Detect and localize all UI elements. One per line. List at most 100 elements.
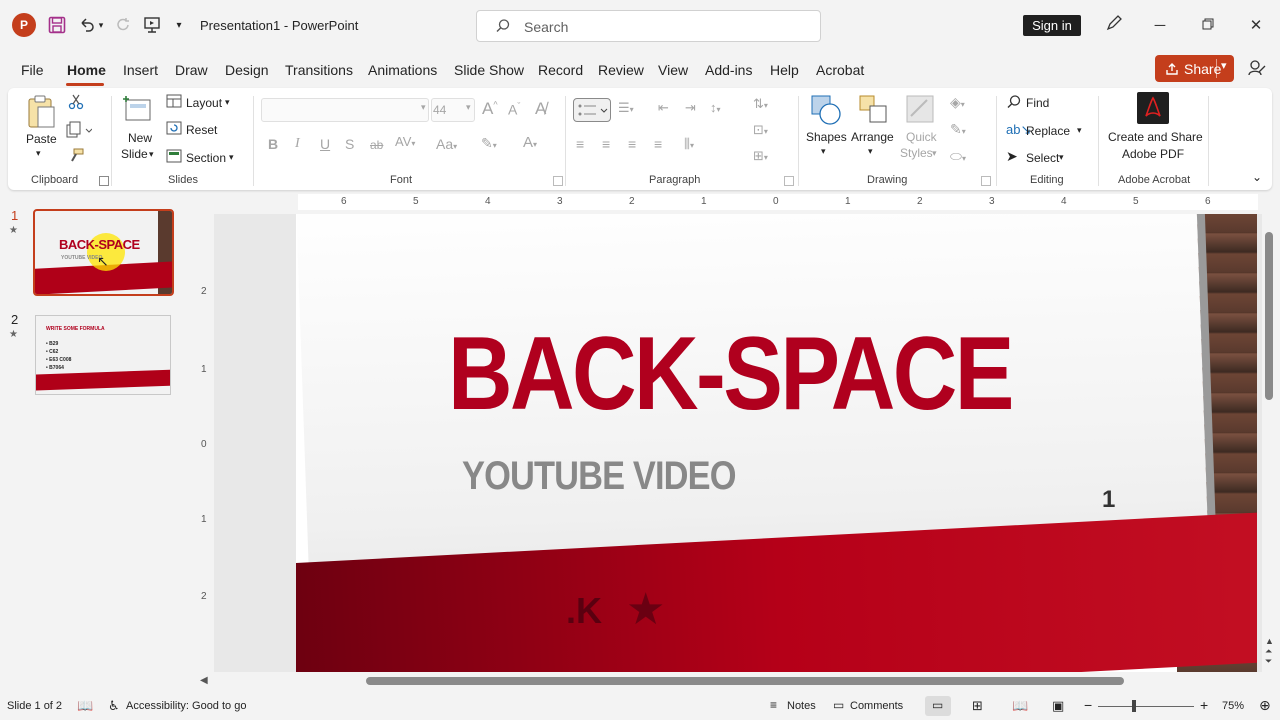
arrange-dropdown-icon[interactable]: ▾ <box>868 146 873 157</box>
section-button[interactable]: Section <box>186 151 226 165</box>
tab-transitions[interactable]: Transitions <box>285 62 353 78</box>
close-icon[interactable]: ✕ <box>1244 14 1268 38</box>
zoom-slider-thumb[interactable] <box>1132 700 1136 712</box>
reset-button[interactable]: Reset <box>186 123 217 137</box>
increase-indent-icon[interactable]: ⇥ <box>685 100 696 116</box>
cut-icon[interactable] <box>68 94 84 113</box>
underline-icon[interactable]: U <box>320 136 330 152</box>
align-center-icon[interactable]: ≡ <box>602 136 610 152</box>
reading-view-icon[interactable]: 📖 <box>1012 698 1028 714</box>
change-case-icon[interactable]: Aa▾ <box>436 136 457 152</box>
new-slide-label-1[interactable]: New <box>128 131 152 145</box>
replace-button[interactable]: Replace <box>1026 124 1070 138</box>
chevron-down-icon[interactable]: ▾ <box>1221 59 1227 72</box>
quick-styles-dropdown-icon[interactable]: ▾ <box>932 148 937 159</box>
clear-formatting-icon[interactable]: A̸ <box>535 99 546 119</box>
slide-sorter-icon[interactable]: ⊞ <box>972 698 983 714</box>
paste-dropdown-icon[interactable]: ▾ <box>36 148 41 159</box>
share-button[interactable]: Share ▾ <box>1155 55 1234 82</box>
font-family-input[interactable] <box>261 98 429 122</box>
zoom-level[interactable]: 75% <box>1222 700 1244 712</box>
accessibility-status[interactable]: Accessibility: Good to go <box>126 700 246 712</box>
text-direction-icon[interactable]: ⇅▾ <box>753 96 768 112</box>
paragraph-launcher-icon[interactable] <box>784 176 794 186</box>
shapes-dropdown-icon[interactable]: ▾ <box>821 146 826 157</box>
align-left-icon[interactable]: ≡ <box>576 136 584 152</box>
slide-subtitle[interactable]: YOUTUBE VIDEO <box>462 456 736 496</box>
new-slide-dropdown-icon[interactable]: ▾ <box>149 149 154 160</box>
save-icon[interactable] <box>46 14 68 36</box>
tab-animations[interactable]: Animations <box>368 62 437 78</box>
font-family-dropdown-icon[interactable]: ▾ <box>421 102 426 113</box>
slide-thumbnail-2[interactable]: WRITE SOME FORMULA • B29 • C62 • E63 C00… <box>35 315 171 395</box>
tab-slide-show[interactable]: Slide Show <box>454 62 524 78</box>
align-right-icon[interactable]: ≡ <box>628 136 636 152</box>
quick-styles-icon[interactable] <box>905 94 937 129</box>
layout-button[interactable]: Layout <box>186 96 222 110</box>
shapes-icon[interactable] <box>810 94 842 129</box>
quick-styles-label-2[interactable]: Styles <box>900 146 933 160</box>
zoom-out-button[interactable]: − <box>1084 697 1092 713</box>
clipboard-launcher-icon[interactable] <box>99 176 109 186</box>
slide-number[interactable]: 1 <box>1102 486 1115 514</box>
tab-view[interactable]: View <box>658 62 688 78</box>
start-from-beginning-icon[interactable] <box>141 14 163 36</box>
line-spacing-icon[interactable]: ↕▾ <box>710 100 721 115</box>
zoom-in-button[interactable]: + <box>1200 697 1208 713</box>
decrease-indent-icon[interactable]: ⇤ <box>658 100 669 116</box>
zoom-slider[interactable] <box>1098 706 1194 707</box>
section-icon[interactable] <box>166 149 182 166</box>
tab-insert[interactable]: Insert <box>123 62 158 78</box>
italic-icon[interactable]: I <box>295 136 300 152</box>
find-icon[interactable] <box>1006 94 1022 113</box>
select-button[interactable]: Select <box>1026 151 1059 165</box>
bold-icon[interactable]: B <box>268 136 278 152</box>
accessibility-icon[interactable]: ♿ <box>108 698 120 714</box>
customize-toolbar-icon[interactable]: ▾ <box>172 14 186 36</box>
previous-slide-icon[interactable]: ⏶ <box>1265 646 1272 656</box>
tab-acrobat[interactable]: Acrobat <box>816 62 864 78</box>
font-launcher-icon[interactable] <box>553 176 563 186</box>
font-color-icon[interactable]: A▾ <box>523 134 537 151</box>
tab-record[interactable]: Record <box>538 62 583 78</box>
tab-design[interactable]: Design <box>225 62 269 78</box>
adobe-pdf-icon[interactable] <box>1137 92 1169 124</box>
minimize-icon[interactable]: ─ <box>1148 14 1172 38</box>
notes-icon[interactable]: ≡ <box>770 698 777 712</box>
paste-icon[interactable] <box>26 94 56 133</box>
layout-dropdown-icon[interactable]: ▾ <box>225 97 230 108</box>
bullets-icon[interactable] <box>573 98 611 122</box>
band-text[interactable]: .K <box>566 590 602 632</box>
numbering-icon[interactable]: ☰▾ <box>618 100 634 116</box>
arrange-icon[interactable] <box>858 94 890 129</box>
font-size-dropdown-icon[interactable]: ▾ <box>466 102 471 113</box>
section-dropdown-icon[interactable]: ▾ <box>229 152 234 163</box>
horizontal-scroll-thumb[interactable] <box>366 677 1124 685</box>
new-slide-label-2[interactable]: Slide <box>121 147 148 161</box>
create-pdf-label-1[interactable]: Create and Share <box>1108 130 1203 144</box>
shape-outline-icon[interactable]: ✎▾ <box>950 121 966 138</box>
justify-icon[interactable]: ≡ <box>654 136 662 152</box>
next-slide-icon[interactable]: ⏷ <box>1265 656 1272 666</box>
select-dropdown-icon[interactable]: ▾ <box>1059 152 1064 163</box>
vertical-scroll-thumb[interactable] <box>1265 232 1273 400</box>
select-cursor-icon[interactable]: ➤ <box>1006 148 1018 165</box>
search-input[interactable]: Search <box>476 10 821 42</box>
sign-in-button[interactable]: Sign in <box>1023 15 1081 36</box>
comment-bubble-icon[interactable]: ▭ <box>833 698 844 712</box>
tab-home[interactable]: Home <box>67 62 106 78</box>
notes-button[interactable]: Notes <box>787 700 816 712</box>
paste-button[interactable]: Paste <box>26 132 57 146</box>
columns-icon[interactable]: ⫼▾ <box>684 136 694 152</box>
spelling-icon[interactable]: 📖 <box>77 698 93 714</box>
fit-to-window-icon[interactable]: ⊕ <box>1259 697 1271 714</box>
align-text-icon[interactable]: ⊡▾ <box>753 122 768 138</box>
pen-icon[interactable] <box>1102 14 1126 38</box>
text-shadow-icon[interactable]: S <box>345 136 354 152</box>
scroll-left-icon[interactable]: ◀ <box>200 675 208 686</box>
replace-dropdown-icon[interactable]: ▾ <box>1077 125 1082 136</box>
strikethrough-icon[interactable]: ab <box>370 138 383 152</box>
decrease-font-icon[interactable]: Aˇ <box>508 101 520 118</box>
shapes-button[interactable]: Shapes <box>806 130 847 144</box>
arrange-button[interactable]: Arrange <box>851 130 894 144</box>
